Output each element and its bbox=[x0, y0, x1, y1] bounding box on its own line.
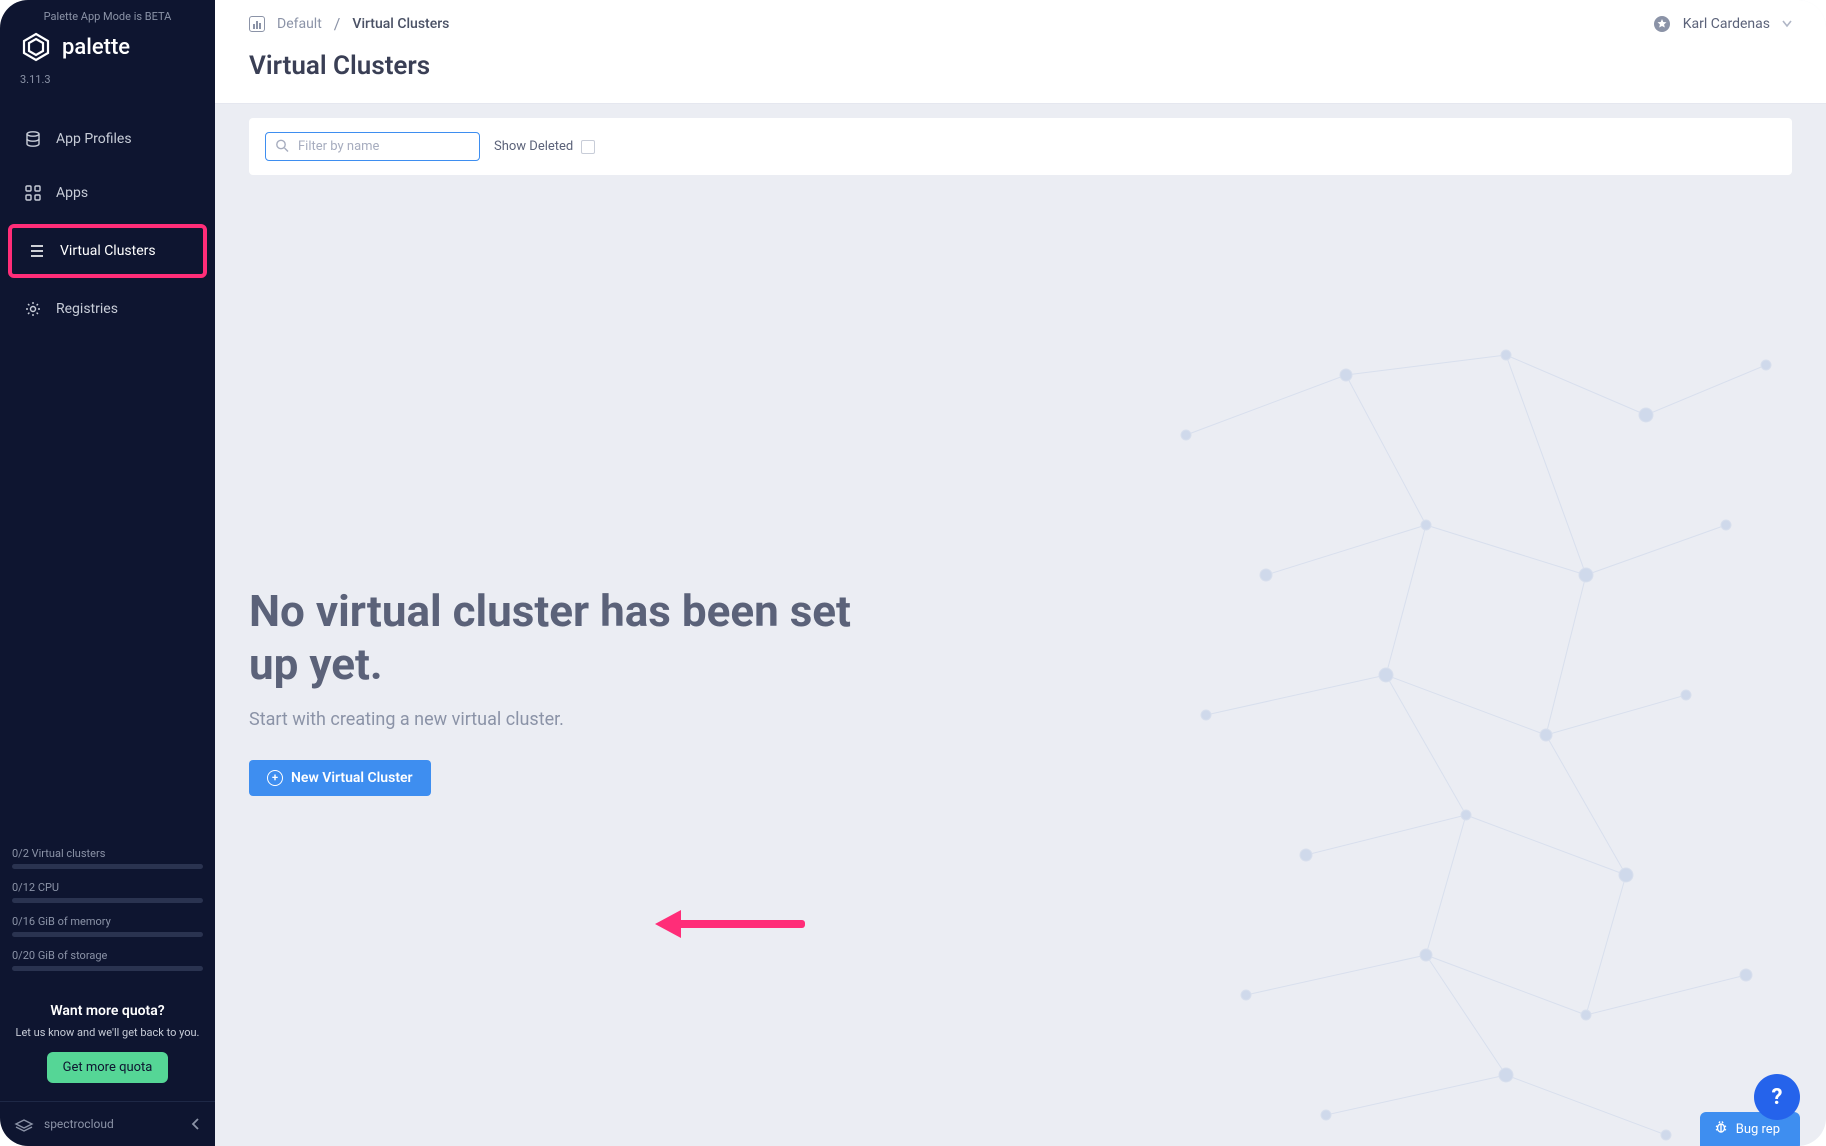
help-button[interactable]: ? bbox=[1754, 1074, 1800, 1120]
brand-name: palette bbox=[62, 35, 130, 60]
breadcrumb-current: Virtual Clusters bbox=[352, 16, 449, 32]
apps-icon bbox=[24, 184, 42, 202]
palette-logo-icon bbox=[20, 31, 52, 63]
version-label: 3.11.3 bbox=[0, 73, 215, 106]
checkbox-icon[interactable] bbox=[581, 140, 595, 154]
project-icon[interactable] bbox=[249, 16, 265, 32]
brand-logo[interactable]: palette bbox=[0, 27, 215, 73]
show-deleted-toggle[interactable]: Show Deleted bbox=[494, 139, 595, 154]
stat-bar bbox=[12, 932, 203, 937]
empty-title: No virtual cluster has been set up yet. bbox=[249, 585, 909, 691]
search-wrapper bbox=[265, 132, 480, 161]
quota-subtitle: Let us know and we'll get back to you. bbox=[14, 1025, 201, 1040]
breadcrumb: Default / Virtual Clusters Karl Cardenas bbox=[249, 14, 1792, 33]
quota-title: Want more quota? bbox=[14, 1003, 201, 1019]
sidebar: Palette App Mode is BETA palette 3.11.3 … bbox=[0, 0, 215, 1146]
stat-storage: 0/20 GiB of storage bbox=[12, 949, 203, 962]
bug-label: Bug rep bbox=[1736, 1122, 1780, 1137]
chevron-down-icon bbox=[1782, 17, 1792, 31]
quota-stats: 0/2 Virtual clusters 0/12 CPU 0/16 GiB o… bbox=[0, 839, 215, 991]
sidebar-item-virtual-clusters[interactable]: Virtual Clusters bbox=[8, 224, 207, 278]
sidebar-item-label: App Profiles bbox=[56, 131, 132, 147]
list-icon bbox=[28, 242, 46, 260]
plus-circle-icon: + bbox=[267, 770, 283, 786]
topbar: Default / Virtual Clusters Karl Cardenas… bbox=[215, 0, 1826, 104]
sidebar-item-apps[interactable]: Apps bbox=[8, 170, 207, 216]
sidebar-footer[interactable]: spectrocloud bbox=[0, 1101, 215, 1146]
sidebar-item-app-profiles[interactable]: App Profiles bbox=[8, 116, 207, 162]
content-area: No virtual cluster has been set up yet. … bbox=[215, 175, 1826, 1146]
stat-virtual-clusters: 0/2 Virtual clusters bbox=[12, 847, 203, 860]
breadcrumb-separator: / bbox=[334, 14, 341, 33]
beta-badge: Palette App Mode is BETA bbox=[0, 0, 215, 27]
user-name: Karl Cardenas bbox=[1683, 16, 1770, 32]
sidebar-nav: App Profiles Apps Virtual Clusters Regis… bbox=[0, 106, 215, 342]
empty-subtitle: Start with creating a new virtual cluste… bbox=[249, 709, 909, 730]
stat-memory: 0/16 GiB of memory bbox=[12, 915, 203, 928]
database-icon bbox=[24, 130, 42, 148]
footer-brand: spectrocloud bbox=[44, 1117, 181, 1131]
question-icon: ? bbox=[1772, 1085, 1783, 1110]
network-decoration bbox=[1126, 315, 1826, 1146]
quota-cta-box: Want more quota? Let us know and we'll g… bbox=[0, 991, 215, 1101]
sidebar-item-registries[interactable]: Registries bbox=[8, 286, 207, 332]
sidebar-item-label: Apps bbox=[56, 185, 88, 201]
empty-state: No virtual cluster has been set up yet. … bbox=[249, 585, 909, 796]
sidebar-item-label: Virtual Clusters bbox=[60, 243, 156, 259]
search-input[interactable] bbox=[265, 132, 480, 161]
button-label: New Virtual Cluster bbox=[291, 770, 413, 786]
main-area: Default / Virtual Clusters Karl Cardenas… bbox=[215, 0, 1826, 1146]
bug-icon bbox=[1714, 1120, 1728, 1138]
chevron-left-icon[interactable] bbox=[191, 1115, 201, 1134]
stat-bar bbox=[12, 898, 203, 903]
stat-bar bbox=[12, 864, 203, 869]
annotation-arrow bbox=[675, 920, 805, 928]
sidebar-item-label: Registries bbox=[56, 301, 118, 317]
spectrocloud-logo-icon bbox=[14, 1114, 34, 1134]
filter-bar: Show Deleted bbox=[249, 118, 1792, 175]
search-icon bbox=[275, 137, 289, 156]
breadcrumb-root[interactable]: Default bbox=[277, 16, 322, 32]
show-deleted-label: Show Deleted bbox=[494, 139, 573, 154]
star-icon bbox=[1653, 15, 1671, 33]
gear-icon bbox=[24, 300, 42, 318]
stat-bar bbox=[12, 966, 203, 971]
get-quota-button[interactable]: Get more quota bbox=[47, 1052, 169, 1083]
stat-cpu: 0/12 CPU bbox=[12, 881, 203, 894]
new-virtual-cluster-button[interactable]: + New Virtual Cluster bbox=[249, 760, 431, 796]
page-title: Virtual Clusters bbox=[249, 51, 1792, 81]
user-menu[interactable]: Karl Cardenas bbox=[1653, 15, 1792, 33]
